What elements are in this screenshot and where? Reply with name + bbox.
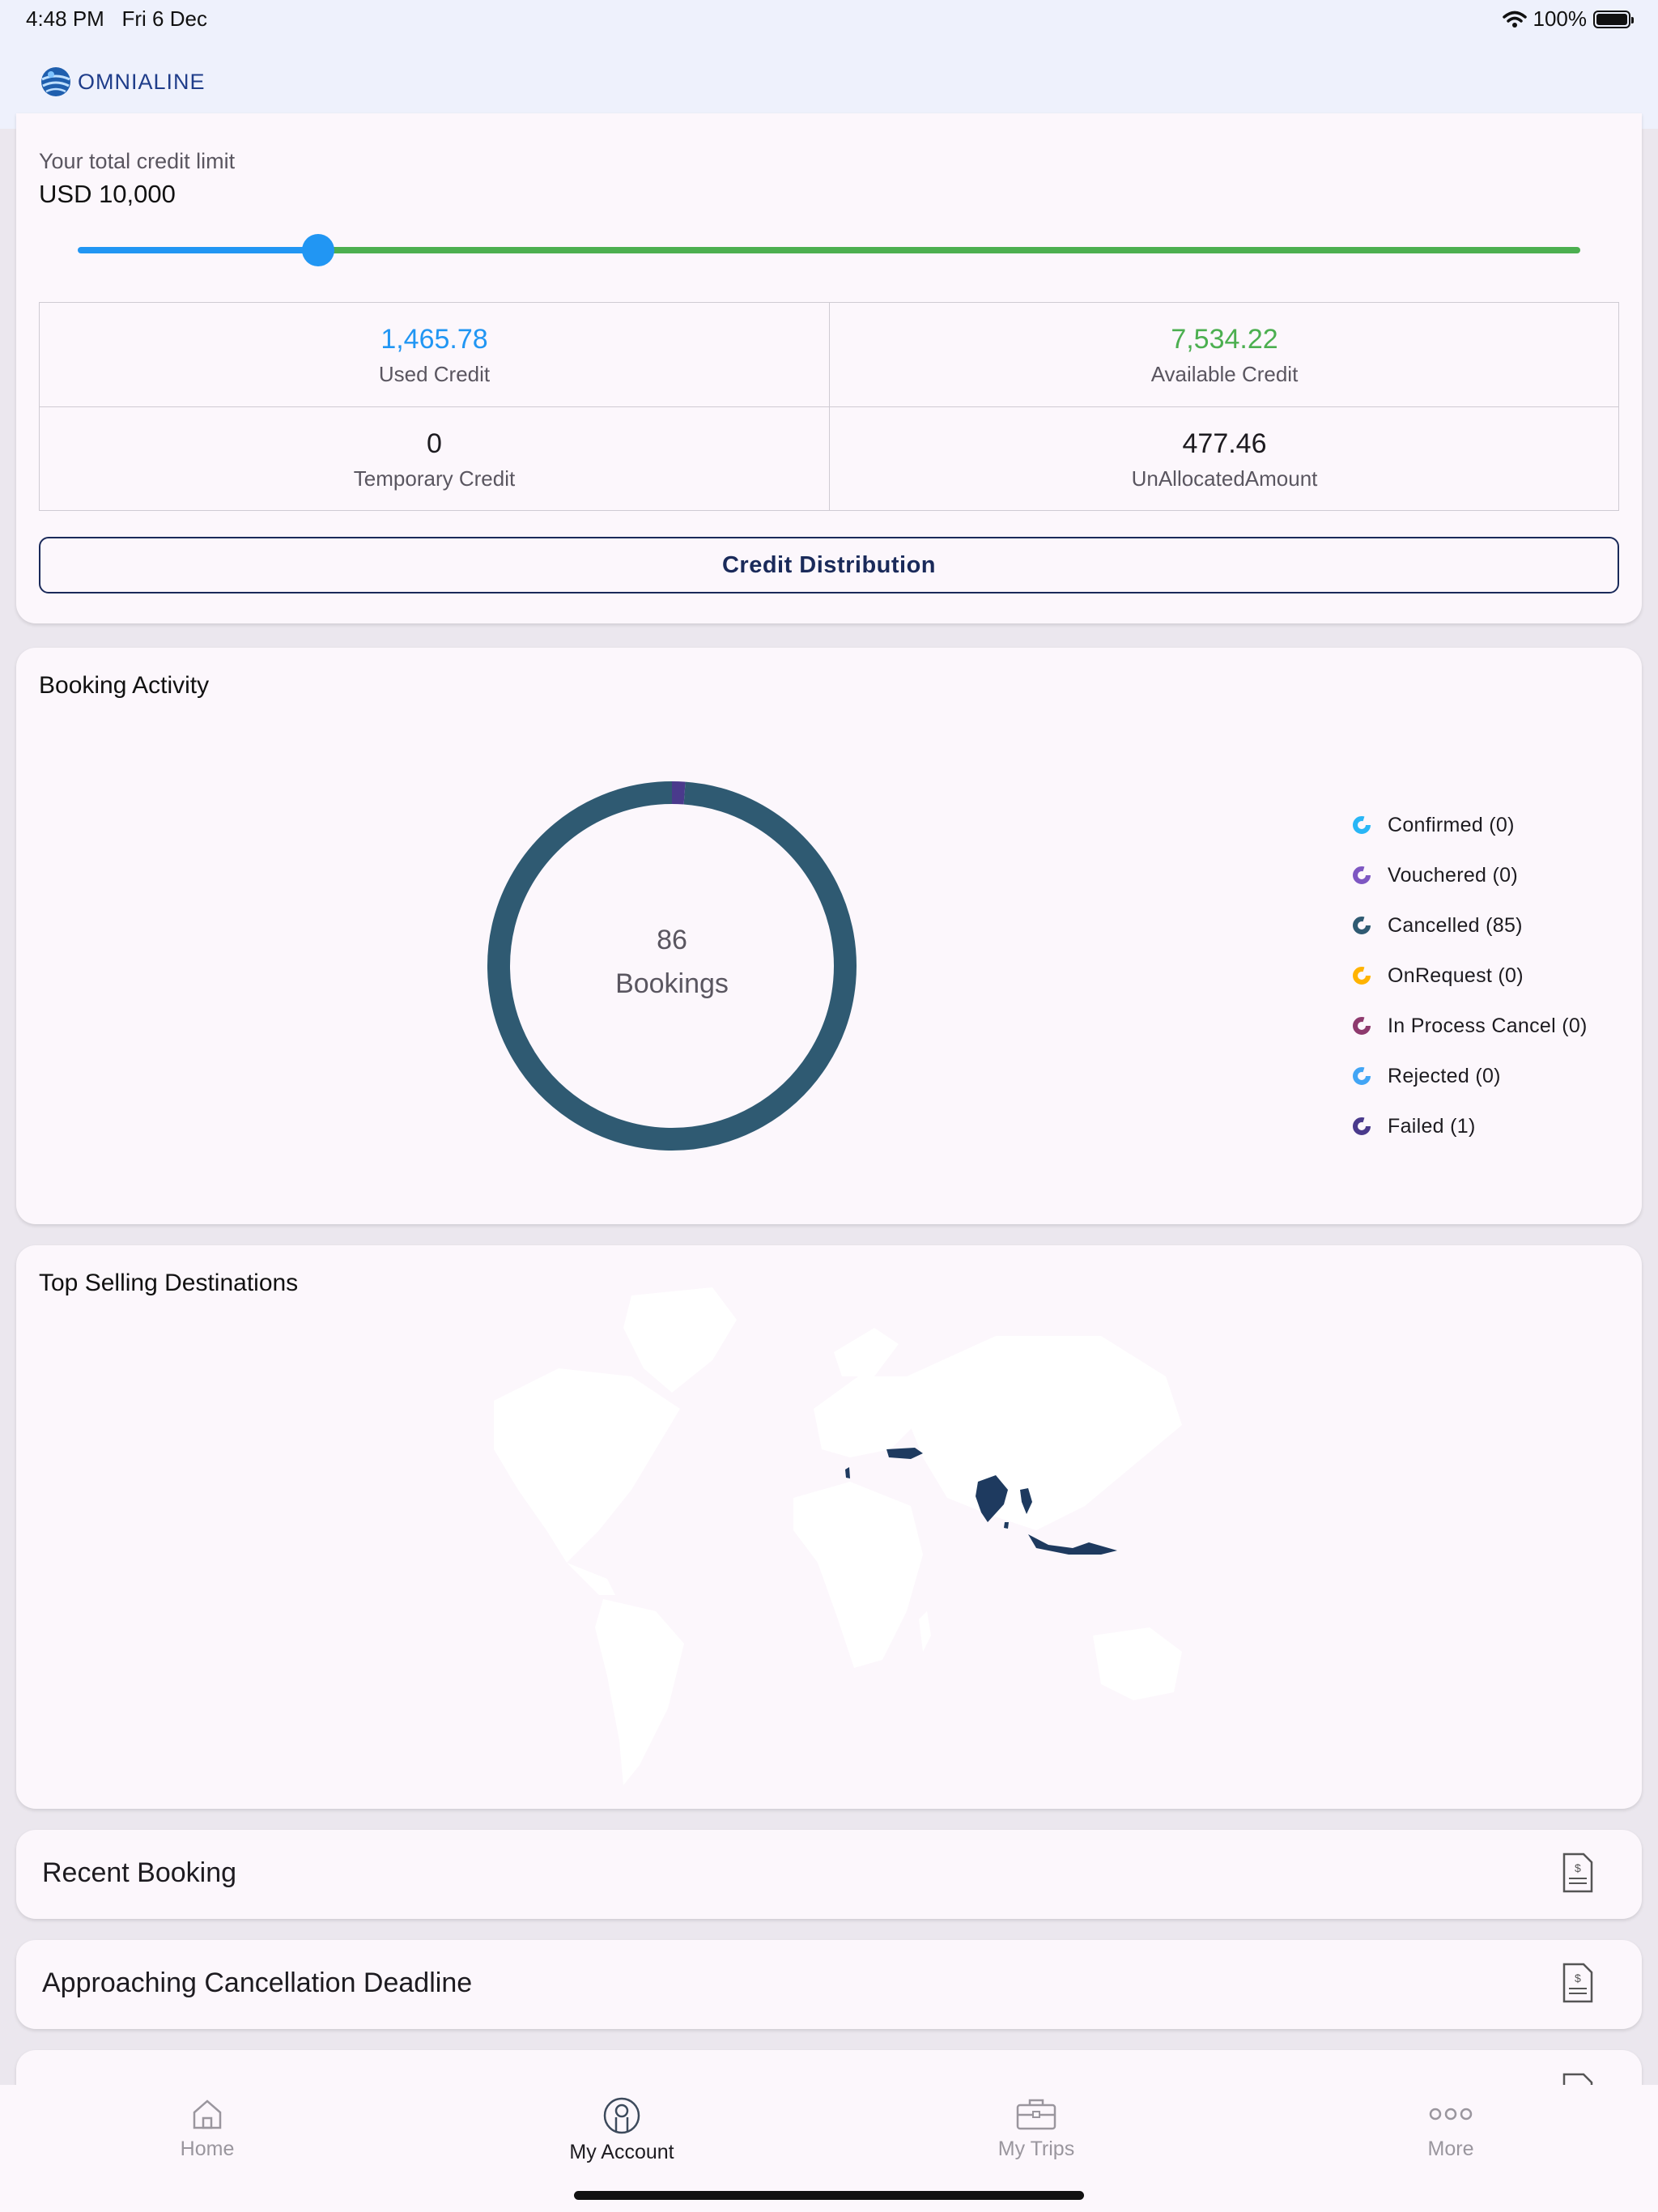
destination-sri-lanka bbox=[1004, 1522, 1009, 1529]
grid-divider-horizontal bbox=[40, 406, 1618, 407]
legend-label: Failed (1) bbox=[1388, 1114, 1476, 1138]
recent-booking-label: Recent Booking bbox=[42, 1857, 237, 1888]
used-credit-label: Used Credit bbox=[378, 362, 491, 386]
donut-swatch-icon bbox=[1353, 1067, 1371, 1085]
world-map[interactable] bbox=[470, 1287, 1214, 1797]
available-credit-cell: 7,534.22 Available Credit bbox=[830, 303, 1619, 406]
app-header bbox=[0, 0, 1658, 129]
legend-label: Cancelled (85) bbox=[1388, 913, 1523, 937]
credit-limit-value: USD 10,000 bbox=[39, 180, 176, 208]
donut-swatch-icon bbox=[1353, 1017, 1371, 1035]
legend-item-confirmed[interactable]: Confirmed (0) bbox=[1352, 800, 1588, 850]
credit-slider-thumb[interactable] bbox=[301, 234, 334, 266]
legend-label: Vouchered (0) bbox=[1388, 863, 1518, 887]
unallocated-amount-label: UnAllocatedAmount bbox=[1131, 466, 1318, 491]
nav-my-account-label: My Account bbox=[569, 2141, 674, 2163]
status-date: Fri 6 Dec bbox=[121, 6, 207, 31]
status-time: 4:48 PM Fri 6 Dec bbox=[26, 6, 207, 32]
nav-my-trips[interactable]: My Trips bbox=[939, 2097, 1133, 2161]
cancellation-deadline-label: Approaching Cancellation Deadline bbox=[42, 1967, 473, 1998]
legend-label: In Process Cancel (0) bbox=[1388, 1014, 1588, 1037]
donut-swatch-icon bbox=[1353, 1117, 1371, 1135]
home-icon bbox=[193, 2099, 222, 2129]
svg-text:$: $ bbox=[1575, 1861, 1581, 1874]
temporary-credit-cell: 0 Temporary Credit bbox=[40, 407, 829, 511]
booking-legend: Confirmed (0) Vouchered (0) Cancelled (8… bbox=[1352, 800, 1588, 1151]
battery-icon bbox=[1593, 10, 1634, 28]
legend-item-failed[interactable]: Failed (1) bbox=[1352, 1101, 1588, 1151]
invoice-icon: $ bbox=[1562, 1853, 1593, 1893]
available-credit-label: Available Credit bbox=[1150, 362, 1299, 386]
briefcase-icon bbox=[1016, 2099, 1056, 2130]
status-clock: 4:48 PM bbox=[26, 6, 104, 31]
credit-limit-label: Your total credit limit bbox=[39, 149, 236, 173]
legend-item-rejected[interactable]: Rejected (0) bbox=[1352, 1051, 1588, 1101]
nav-more-label: More bbox=[1427, 2138, 1474, 2160]
legend-item-cancelled[interactable]: Cancelled (85) bbox=[1352, 900, 1588, 951]
donut-total-label: Bookings bbox=[615, 968, 729, 999]
credit-slider-available-track bbox=[317, 247, 1580, 253]
legend-label: OnRequest (0) bbox=[1388, 963, 1524, 987]
donut-total-count: 86 bbox=[657, 925, 687, 955]
recent-booking-row[interactable]: Recent Booking $ bbox=[16, 1830, 1642, 1919]
nav-my-trips-label: My Trips bbox=[997, 2138, 1075, 2160]
donut-swatch-icon bbox=[1353, 917, 1371, 934]
cancellation-deadline-row[interactable]: Approaching Cancellation Deadline $ bbox=[16, 1940, 1642, 2029]
used-credit-cell: 1,465.78 Used Credit bbox=[40, 303, 829, 406]
logo-text: OMNIALINE bbox=[78, 69, 206, 94]
booking-activity-title: Booking Activity bbox=[39, 672, 210, 699]
legend-label: Confirmed (0) bbox=[1388, 813, 1515, 836]
wifi-icon bbox=[1502, 11, 1527, 28]
credit-slider-used-track bbox=[78, 247, 318, 253]
more-icon bbox=[1429, 2108, 1473, 2121]
nav-my-account[interactable]: My Account bbox=[525, 2097, 719, 2164]
destination-indonesia bbox=[1028, 1534, 1117, 1555]
top-destinations-title: Top Selling Destinations bbox=[39, 1270, 299, 1296]
destination-turkey bbox=[886, 1448, 923, 1459]
invoice-icon: $ bbox=[1562, 1963, 1593, 2003]
nav-home-label: Home bbox=[180, 2138, 235, 2160]
logo: OMNIALINE bbox=[39, 65, 206, 99]
legend-item-in-process-cancel[interactable]: In Process Cancel (0) bbox=[1352, 1001, 1588, 1051]
account-icon bbox=[603, 2097, 640, 2134]
used-credit-value: 1,465.78 bbox=[380, 324, 488, 355]
unallocated-amount-cell: 477.46 UnAllocatedAmount bbox=[830, 407, 1619, 511]
credit-summary-grid: 1,465.78 Used Credit 7,534.22 Available … bbox=[39, 302, 1619, 511]
donut-swatch-icon bbox=[1353, 866, 1371, 884]
booking-donut-chart[interactable] bbox=[486, 780, 858, 1152]
temporary-credit-label: Temporary Credit bbox=[353, 466, 516, 491]
legend-item-onrequest[interactable]: OnRequest (0) bbox=[1352, 951, 1588, 1001]
donut-swatch-icon bbox=[1353, 967, 1371, 985]
legend-label: Rejected (0) bbox=[1388, 1064, 1501, 1087]
home-indicator bbox=[574, 2191, 1084, 2200]
destination-tunisia bbox=[845, 1467, 850, 1478]
unallocated-amount-value: 477.46 bbox=[1182, 428, 1267, 459]
legend-item-vouchered[interactable]: Vouchered (0) bbox=[1352, 850, 1588, 900]
donut-segment-cancelled[interactable] bbox=[487, 781, 857, 1151]
svg-text:$: $ bbox=[1575, 1972, 1581, 1984]
battery-percent: 100% bbox=[1533, 6, 1588, 31]
temporary-credit-value: 0 bbox=[427, 428, 442, 459]
donut-swatch-icon bbox=[1353, 816, 1371, 834]
nav-home[interactable]: Home bbox=[110, 2097, 304, 2161]
status-indicators: 100% bbox=[1502, 6, 1634, 32]
available-credit-value: 7,534.22 bbox=[1171, 324, 1278, 355]
globe-icon bbox=[41, 67, 70, 96]
credit-distribution-button[interactable]: Credit Distribution bbox=[39, 537, 1619, 593]
nav-more[interactable]: More bbox=[1354, 2097, 1548, 2161]
world-landmass bbox=[494, 1287, 1182, 1785]
